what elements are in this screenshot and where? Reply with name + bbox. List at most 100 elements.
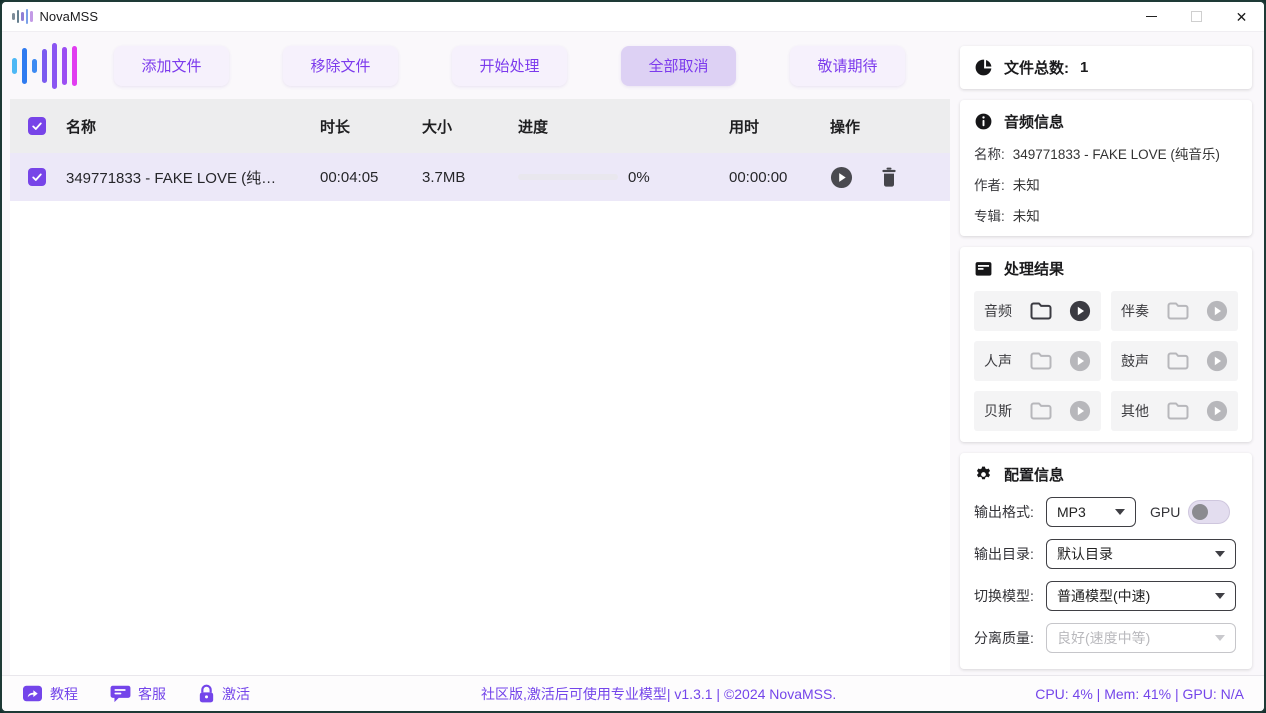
chevron-down-icon	[1215, 635, 1225, 641]
minimize-button[interactable]	[1129, 2, 1174, 31]
results-card: 处理结果 音频 伴奏 人声	[960, 247, 1252, 442]
header-progress: 进度	[510, 116, 721, 137]
activate-link[interactable]: 激活	[198, 684, 250, 704]
chat-bubble-icon	[110, 684, 131, 703]
header-elapsed: 用时	[721, 116, 822, 137]
table-row[interactable]: 349771833 - FAKE LOVE (纯… 00:04:05 3.7MB…	[10, 153, 950, 201]
audio-artist-field: 作者: 未知	[974, 174, 1238, 194]
folder-icon	[1029, 301, 1053, 321]
open-folder-button[interactable]	[1166, 351, 1190, 371]
coming-soon-button[interactable]: 敬请期待	[790, 46, 905, 86]
play-circle-icon	[1069, 300, 1091, 322]
window-title: NovaMSS	[40, 9, 99, 24]
info-circle-icon	[974, 112, 993, 131]
row-actions	[822, 166, 950, 189]
results-title: 处理结果	[1004, 258, 1064, 279]
folder-icon	[1166, 301, 1190, 321]
close-button[interactable]: ✕	[1219, 2, 1264, 31]
status-bar: 教程 客服 激活 社区版,激活后可使用专业模型| v1.3.1 | ©2024 …	[2, 675, 1264, 711]
open-folder-button[interactable]	[1029, 401, 1053, 421]
progress-bar	[518, 174, 618, 180]
tutorial-link[interactable]: 教程	[22, 684, 78, 704]
play-circle-icon	[1069, 400, 1091, 422]
lock-icon	[198, 684, 215, 704]
main-panel: 添加文件 移除文件 开始处理 全部取消 敬请期待 名称 时长	[2, 32, 950, 675]
row-name: 349771833 - FAKE LOVE (纯…	[58, 167, 312, 188]
gpu-toggle[interactable]	[1188, 500, 1230, 524]
row-duration: 00:04:05	[312, 169, 414, 186]
header-duration: 时长	[312, 116, 414, 137]
play-circle-icon	[830, 166, 853, 189]
add-file-button[interactable]: 添加文件	[114, 46, 229, 86]
open-folder-button[interactable]	[1029, 301, 1053, 321]
result-tile-bass: 贝斯	[974, 391, 1101, 431]
play-result-button[interactable]	[1206, 400, 1228, 422]
play-circle-icon	[1206, 300, 1228, 322]
toolbar: 添加文件 移除文件 开始处理 全部取消 敬请期待	[2, 32, 950, 99]
table-header-row: 名称 时长 大小 进度 用时 操作	[10, 99, 950, 153]
audio-info-title: 音频信息	[1004, 111, 1064, 132]
result-tile-drums: 鼓声	[1111, 341, 1238, 381]
app-waveform-icon	[12, 9, 33, 25]
support-link[interactable]: 客服	[110, 684, 166, 704]
window-controls: ✕	[1129, 2, 1264, 31]
header-actions: 操作	[822, 116, 950, 137]
folder-icon	[1166, 401, 1190, 421]
check-icon	[31, 120, 43, 132]
progress-label: 0%	[628, 169, 650, 186]
header-name: 名称	[58, 116, 312, 137]
card-list-icon	[974, 259, 993, 278]
select-all-checkbox[interactable]	[28, 117, 46, 135]
chevron-down-icon	[1215, 593, 1225, 599]
folder-icon	[1029, 401, 1053, 421]
audio-name-field: 名称: 349771833 - FAKE LOVE (纯音乐)	[974, 143, 1238, 163]
quality-row: 分离质量: 良好(速度中等)	[974, 623, 1238, 653]
quality-label: 分离质量:	[974, 628, 1046, 648]
check-icon	[31, 171, 43, 183]
toggle-knob-icon	[1192, 504, 1208, 520]
play-circle-icon	[1206, 400, 1228, 422]
total-files-value: 1	[1080, 59, 1088, 76]
output-format-row: 输出格式: MP3 GPU	[974, 497, 1238, 527]
open-folder-button[interactable]	[1029, 351, 1053, 371]
maximize-button[interactable]	[1174, 2, 1219, 31]
row-size: 3.7MB	[414, 169, 510, 186]
remove-file-button[interactable]: 移除文件	[283, 46, 398, 86]
model-select[interactable]: 普通模型(中速)	[1046, 581, 1236, 611]
play-circle-icon	[1069, 350, 1091, 372]
row-delete-button[interactable]	[879, 166, 899, 188]
app-window: NovaMSS ✕ 添加文件 移除文件 开始处理 全部取消 敬请期待	[0, 0, 1266, 713]
result-tile-audio: 音频	[974, 291, 1101, 331]
system-usage-text: CPU: 4% | Mem: 41% | GPU: N/A	[1035, 686, 1244, 702]
row-play-button[interactable]	[830, 166, 853, 189]
output-dir-select[interactable]: 默认目录	[1046, 539, 1236, 569]
gear-icon	[974, 465, 993, 484]
file-table: 名称 时长 大小 进度 用时 操作 349771833 - FAKE LOVE …	[10, 99, 950, 675]
sidebar: 文件总数: 1 音频信息 名称: 349771833 - FAKE LOVE (…	[950, 32, 1264, 675]
share-arrow-icon	[22, 684, 43, 703]
row-progress: 0%	[510, 169, 721, 186]
titlebar: NovaMSS ✕	[2, 2, 1264, 32]
result-tile-vocals: 人声	[974, 341, 1101, 381]
play-circle-icon	[1206, 350, 1228, 372]
play-result-button[interactable]	[1206, 350, 1228, 372]
output-format-select[interactable]: MP3	[1046, 497, 1136, 527]
gpu-label: GPU	[1150, 504, 1180, 520]
cancel-all-button[interactable]: 全部取消	[621, 46, 736, 86]
folder-icon	[1166, 351, 1190, 371]
play-result-button[interactable]	[1069, 350, 1091, 372]
output-format-label: 输出格式:	[974, 502, 1046, 522]
version-status-text: 社区版,激活后可使用专业模型| v1.3.1 | ©2024 NovaMSS.	[282, 684, 1035, 704]
model-label: 切换模型:	[974, 586, 1046, 606]
audio-info-card: 音频信息 名称: 349771833 - FAKE LOVE (纯音乐) 作者:…	[960, 100, 1252, 236]
open-folder-button[interactable]	[1166, 301, 1190, 321]
open-folder-button[interactable]	[1166, 401, 1190, 421]
play-result-button[interactable]	[1069, 400, 1091, 422]
play-result-button[interactable]	[1069, 300, 1091, 322]
play-result-button[interactable]	[1206, 300, 1228, 322]
model-row: 切换模型: 普通模型(中速)	[974, 581, 1238, 611]
row-checkbox[interactable]	[28, 168, 46, 186]
total-files-label: 文件总数:	[1004, 57, 1069, 78]
output-dir-row: 输出目录: 默认目录	[974, 539, 1238, 569]
start-processing-button[interactable]: 开始处理	[452, 46, 567, 86]
